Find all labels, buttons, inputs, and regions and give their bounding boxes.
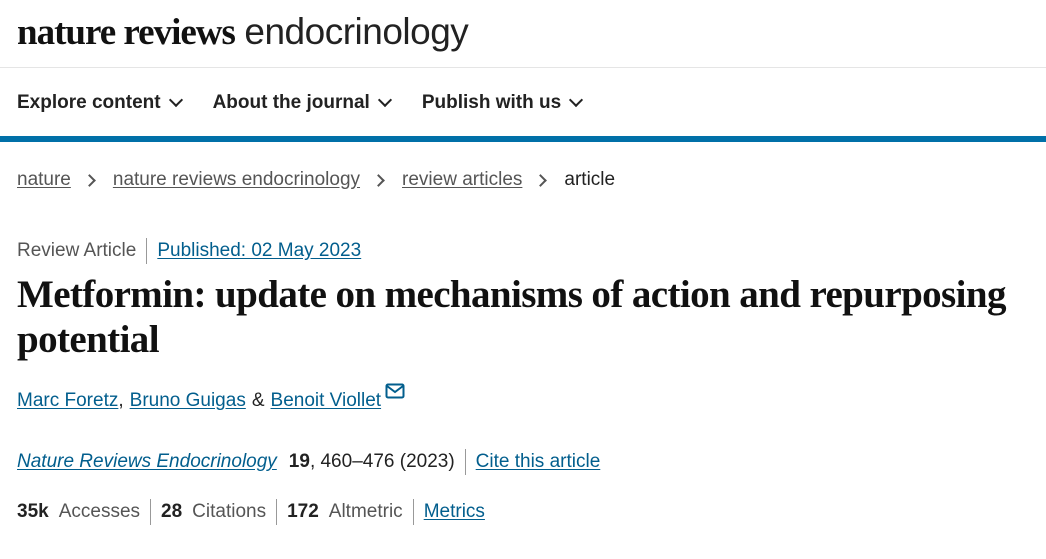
chevron-right-icon xyxy=(83,173,96,187)
citation-line: Nature Reviews Endocrinology 19 , 460–47… xyxy=(17,449,600,475)
divider xyxy=(146,238,148,264)
volume: 19 xyxy=(288,451,310,472)
author-separator: , xyxy=(118,390,124,411)
altmetric-value: 172 xyxy=(287,501,319,522)
accesses-value: 35k xyxy=(17,501,49,522)
published-date-link[interactable]: Published: 02 May 2023 xyxy=(157,240,361,262)
accesses-label: Accesses xyxy=(58,501,141,522)
citations-value: 28 xyxy=(161,501,183,522)
nav-label: Explore content xyxy=(17,92,161,113)
article-type: Review Article xyxy=(17,240,137,261)
divider xyxy=(464,449,466,475)
nav-explore-content[interactable]: Explore content xyxy=(17,88,183,118)
breadcrumb-nature[interactable]: nature xyxy=(17,169,71,191)
journal-logo[interactable]: nature reviews endocrinology xyxy=(17,10,469,55)
article-meta: Review Article Published: 02 May 2023 xyxy=(17,238,361,264)
breadcrumb-review-articles[interactable]: review articles xyxy=(402,169,522,191)
divider xyxy=(150,499,152,525)
nav-label: About the journal xyxy=(212,92,370,113)
pages-year: , 460–476 (2023) xyxy=(309,451,455,472)
divider xyxy=(412,499,414,525)
nav-label: Publish with us xyxy=(421,92,562,113)
nav-accent-bar xyxy=(0,136,1046,142)
article-metrics: 35k Accesses 28 Citations 172 Altmetric … xyxy=(17,499,485,525)
author-link[interactable]: Benoit Viollet xyxy=(271,390,382,412)
chevron-down-icon xyxy=(377,92,392,108)
author-link[interactable]: Marc Foretz xyxy=(17,390,118,412)
altmetric-label: Altmetric xyxy=(328,501,403,522)
article-title: Metformin: update on mechanisms of actio… xyxy=(17,273,1006,361)
chevron-down-icon xyxy=(569,92,584,108)
author-list: Marc Foretz , Bruno Guigas & Benoit Viol… xyxy=(17,383,405,412)
header-divider xyxy=(0,67,1046,68)
breadcrumb-current: article xyxy=(564,169,616,190)
metrics-link[interactable]: Metrics xyxy=(424,501,485,523)
nav-publish-with-us[interactable]: Publish with us xyxy=(421,88,584,118)
chevron-down-icon xyxy=(168,92,183,108)
chevron-right-icon xyxy=(372,173,385,187)
journal-link[interactable]: Nature Reviews Endocrinology xyxy=(17,451,277,473)
citations-label: Citations xyxy=(192,501,267,522)
breadcrumb: nature nature reviews endocrinology revi… xyxy=(17,169,615,191)
cite-article-link[interactable]: Cite this article xyxy=(476,451,601,473)
brand-light: endocrinology xyxy=(244,11,469,52)
brand-bold: nature reviews xyxy=(17,12,236,53)
divider xyxy=(276,499,278,525)
nav-about-journal[interactable]: About the journal xyxy=(212,88,392,118)
author-link[interactable]: Bruno Guigas xyxy=(130,390,246,412)
author-ampersand: & xyxy=(251,390,265,411)
envelope-icon[interactable] xyxy=(385,383,405,405)
chevron-right-icon xyxy=(534,173,548,187)
breadcrumb-journal[interactable]: nature reviews endocrinology xyxy=(113,169,360,191)
main-nav: Explore content About the journal Publis… xyxy=(17,88,613,118)
